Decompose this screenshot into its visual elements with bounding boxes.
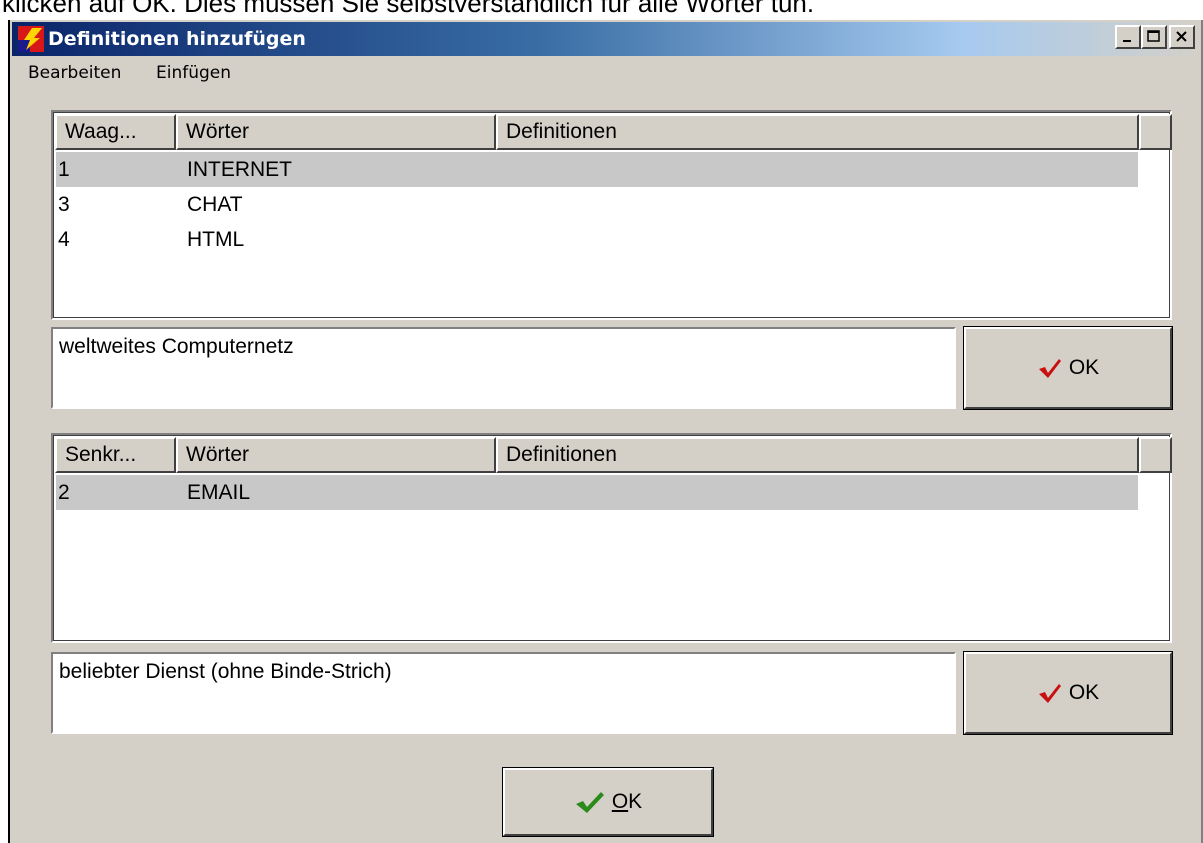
row-word: CHAT	[187, 193, 243, 216]
menu-bearbeiten[interactable]: Bearbeiten	[28, 63, 121, 83]
down-list-header: Senkr... Wörter Definitionen	[55, 437, 1172, 473]
row-word: HTML	[187, 228, 245, 251]
title-bar[interactable]: Definitionen hinzufügen	[12, 22, 1199, 56]
across-ok-button[interactable]: OK	[963, 326, 1173, 410]
across-word-list[interactable]: Waag... Wörter Definitionen 1 INTERNET 3…	[51, 110, 1172, 320]
column-header-words[interactable]: Wörter	[176, 114, 496, 150]
row-word: EMAIL	[187, 481, 251, 504]
tutorial-caption: klicken auf OK. Dies müssen Sie selbstve…	[0, 0, 1203, 22]
table-row[interactable]: 4 HTML	[56, 222, 1138, 257]
close-icon	[1176, 31, 1187, 42]
main-ok-button[interactable]: OK	[502, 767, 714, 837]
down-word-list[interactable]: Senkr... Wörter Definitionen 2 EMAIL	[51, 433, 1172, 643]
minimize-button[interactable]	[1115, 25, 1141, 49]
app-icon	[18, 26, 44, 52]
main-ok-label: OK	[612, 790, 642, 814]
across-definition-field[interactable]: weltweites Computernetz	[51, 327, 956, 409]
menu-einfuegen[interactable]: Einfügen	[156, 63, 231, 83]
column-header-definitions[interactable]: Definitionen	[496, 437, 1139, 473]
table-row[interactable]: 3 CHAT	[56, 187, 1138, 222]
column-header-number[interactable]: Waag...	[55, 114, 176, 150]
down-ok-button[interactable]: OK	[963, 651, 1173, 735]
minimize-icon	[1123, 40, 1131, 42]
across-ok-label: OK	[1068, 356, 1100, 379]
down-definition-field[interactable]: beliebter Dienst (ohne Binde-Strich)	[51, 652, 956, 734]
down-definition-text: beliebter Dienst (ohne Binde-Strich)	[59, 660, 392, 683]
main-ok-label-rest: K	[628, 790, 643, 813]
tutorial-caption-text: klicken auf OK. Dies müssen Sie selbstve…	[2, 0, 815, 18]
row-number: 1	[58, 158, 70, 181]
row-number: 3	[58, 193, 70, 216]
row-word: INTERNET	[187, 158, 292, 181]
column-header-words[interactable]: Wörter	[176, 437, 496, 473]
window-title: Definitionen hinzufügen	[48, 28, 306, 50]
checkmark-icon	[1038, 359, 1061, 378]
column-header-filler	[1139, 114, 1172, 150]
down-ok-label: OK	[1068, 681, 1100, 704]
across-list-header: Waag... Wörter Definitionen	[55, 114, 1172, 150]
maximize-icon	[1147, 30, 1160, 42]
table-row[interactable]: 1 INTERNET	[56, 152, 1138, 187]
table-row[interactable]: 2 EMAIL	[56, 475, 1138, 510]
close-button[interactable]	[1169, 25, 1195, 49]
row-number: 2	[58, 481, 70, 504]
checkmark-icon	[1038, 684, 1061, 703]
main-ok-mnemonic: O	[611, 790, 629, 813]
column-header-definitions[interactable]: Definitionen	[496, 114, 1139, 150]
row-number: 4	[58, 228, 70, 251]
checkmark-icon	[575, 792, 604, 813]
column-header-number[interactable]: Senkr...	[55, 437, 176, 473]
dialog-window: Definitionen hinzufügen Bearbeiten Einfü…	[8, 20, 1203, 843]
column-header-filler	[1139, 437, 1172, 473]
across-definition-text: weltweites Computernetz	[59, 335, 294, 358]
maximize-button[interactable]	[1141, 25, 1167, 49]
